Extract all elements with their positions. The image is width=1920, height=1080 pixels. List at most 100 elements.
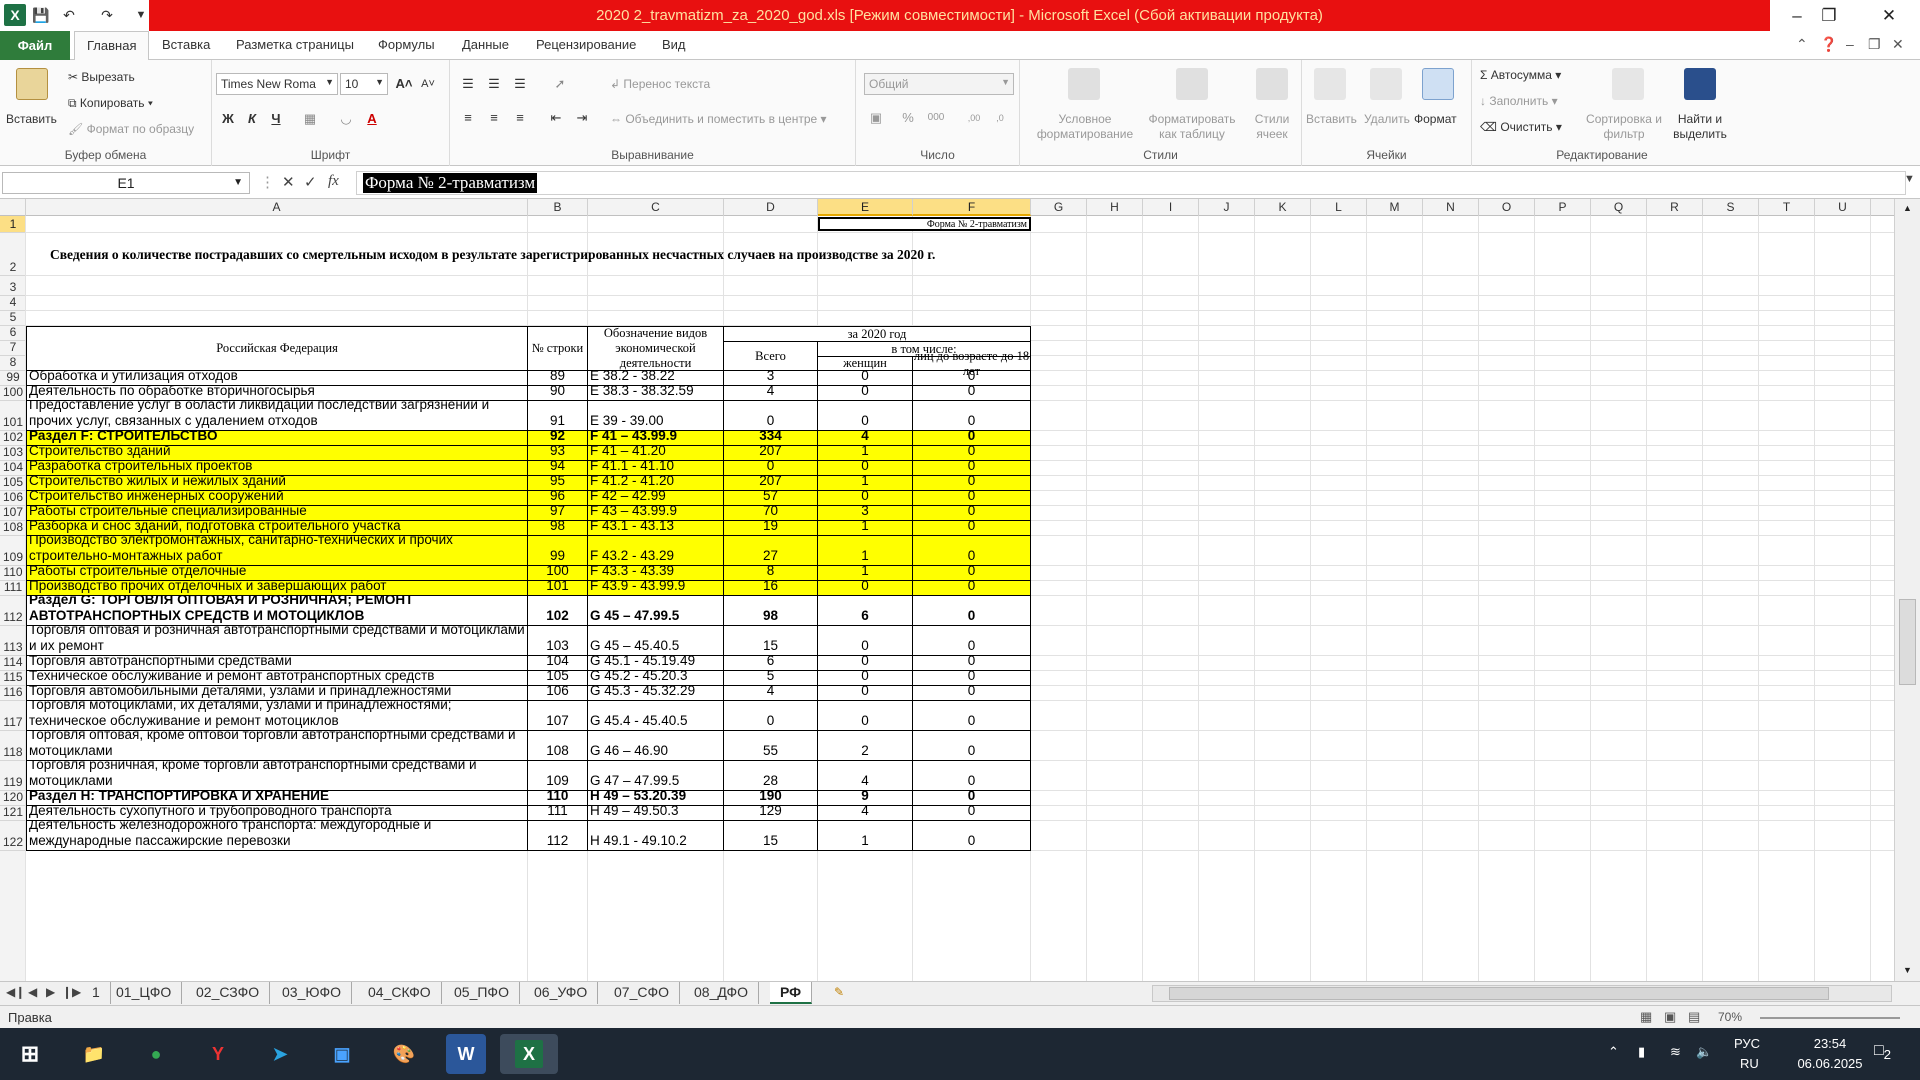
cell-minors[interactable]: 0 <box>913 731 1031 761</box>
row-header[interactable]: 120 <box>0 790 26 806</box>
cell-code[interactable]: G 45.1 - 45.19.49 <box>588 656 724 671</box>
cell-minors[interactable]: 0 <box>913 536 1031 566</box>
windows-start-icon[interactable]: ⊞ <box>10 1034 50 1074</box>
column-header[interactable]: O <box>1479 199 1535 216</box>
cell-total[interactable]: 190 <box>724 791 818 806</box>
select-all-corner[interactable] <box>0 199 26 216</box>
cell-no[interactable]: 100 <box>528 566 588 581</box>
vertical-scrollbar[interactable]: ▲ ▼ <box>1894 199 1920 981</box>
decrease-indent-icon[interactable]: ⇤ <box>546 108 566 128</box>
cell-name[interactable]: Торговля оптовая, кроме оптовой торговли… <box>26 731 528 761</box>
cell-women[interactable]: 0 <box>818 701 913 731</box>
cell-minors[interactable]: 0 <box>913 596 1031 626</box>
cell-no[interactable]: 106 <box>528 686 588 701</box>
cell-minors[interactable]: 0 <box>913 671 1031 686</box>
cell-no[interactable]: 90 <box>528 386 588 401</box>
tray-expand-icon[interactable]: ⌃ <box>1608 1044 1619 1060</box>
doc-minimize-icon[interactable]: – <box>1846 36 1854 52</box>
row-header[interactable]: 6 <box>0 325 26 341</box>
cell-total[interactable]: 28 <box>724 761 818 791</box>
cell-total[interactable]: 129 <box>724 806 818 821</box>
decrease-decimal-icon[interactable]: ,0 <box>990 108 1010 128</box>
cell-total[interactable]: 0 <box>724 401 818 431</box>
cell-women[interactable]: 4 <box>818 431 913 446</box>
cell-no[interactable]: 111 <box>528 806 588 821</box>
cell-no[interactable]: 101 <box>528 581 588 596</box>
currency-icon[interactable]: ▣ <box>866 108 886 128</box>
column-header[interactable]: P <box>1535 199 1591 216</box>
cell-minors[interactable]: 0 <box>913 566 1031 581</box>
cell-name[interactable]: Торговля оптовая и розничная автотранспо… <box>26 626 528 656</box>
align-middle-icon[interactable]: ☰ <box>484 74 504 94</box>
cell-name[interactable]: Производство электромонтажных, санитарно… <box>26 536 528 566</box>
cell-total[interactable]: 4 <box>724 686 818 701</box>
cell-name[interactable]: Строительство зданий <box>26 446 528 461</box>
row-header[interactable]: 118 <box>0 731 26 761</box>
help-icon[interactable]: ❓ <box>1820 36 1837 53</box>
cell-total[interactable]: 207 <box>724 476 818 491</box>
column-header[interactable]: E <box>818 199 913 216</box>
row-header[interactable]: 3 <box>0 276 26 296</box>
insert-function-icon[interactable]: fx <box>328 173 339 190</box>
cell-no[interactable]: 110 <box>528 791 588 806</box>
sheet-tab[interactable]: РФ <box>770 982 813 1004</box>
cell-total[interactable]: 98 <box>724 596 818 626</box>
shrink-font-icon[interactable]: A˅ <box>418 74 438 94</box>
cell-women[interactable]: 0 <box>818 386 913 401</box>
column-header[interactable]: B <box>528 199 588 216</box>
cell-name[interactable]: Техническое обслуживание и ремонт автотр… <box>26 671 528 686</box>
cell-minors[interactable]: 0 <box>913 506 1031 521</box>
cell-no[interactable]: 99 <box>528 536 588 566</box>
cell-no[interactable]: 107 <box>528 701 588 731</box>
cell-minors[interactable]: 0 <box>913 476 1031 491</box>
percent-icon[interactable]: % <box>898 108 918 128</box>
cell-total[interactable]: 0 <box>724 701 818 731</box>
italic-button[interactable]: К <box>242 109 262 129</box>
name-box[interactable]: E1 ▼ <box>2 172 250 194</box>
cell-women[interactable]: 0 <box>818 461 913 476</box>
cell-women[interactable]: 0 <box>818 671 913 686</box>
cell-name[interactable]: Обработка и утилизация отходов <box>26 371 528 386</box>
undo-icon[interactable]: ↶ <box>58 4 80 26</box>
cell-no[interactable]: 104 <box>528 656 588 671</box>
cell-name[interactable]: Разборка и снос зданий, подготовка строи… <box>26 521 528 536</box>
row-header[interactable]: 119 <box>0 761 26 791</box>
form-label[interactable]: Форма № 2-травматизм <box>818 217 1031 231</box>
minimize-ribbon-icon[interactable]: ⌃ <box>1796 36 1808 53</box>
column-header[interactable]: A <box>26 199 528 216</box>
tab-view[interactable]: Вид <box>662 37 686 52</box>
format-painter-button[interactable]: 🖌 Формат по образцу <box>68 122 194 136</box>
cell-styles-button[interactable]: Стили ячеек <box>1248 112 1296 142</box>
delete-cells-icon[interactable] <box>1370 68 1402 100</box>
cell-total[interactable]: 3 <box>724 371 818 386</box>
row-header[interactable]: 114 <box>0 655 26 671</box>
underline-button[interactable]: Ч <box>266 109 286 129</box>
row-header[interactable]: 108 <box>0 520 26 536</box>
sheet-tab[interactable]: 01_ЦФО <box>106 982 183 1004</box>
cell-code[interactable]: E 39 - 39.00 <box>588 401 724 431</box>
fill-color-icon[interactable]: ◡ <box>336 109 356 129</box>
row-header[interactable]: 1 <box>0 216 26 233</box>
sheet-tab[interactable]: 06_УФО <box>524 982 599 1004</box>
cell-code[interactable]: F 42 – 42.99 <box>588 491 724 506</box>
row-header[interactable]: 122 <box>0 821 26 851</box>
chrome-icon[interactable]: ● <box>136 1034 176 1074</box>
volume-icon[interactable]: 🔈 <box>1696 1044 1712 1060</box>
cell-women[interactable]: 0 <box>818 626 913 656</box>
cell-women[interactable]: 1 <box>818 476 913 491</box>
cell-minors[interactable]: 0 <box>913 521 1031 536</box>
grow-font-icon[interactable]: A˄ <box>394 74 414 94</box>
column-header[interactable]: C <box>588 199 724 216</box>
cell-no[interactable]: 89 <box>528 371 588 386</box>
row-header[interactable]: 4 <box>0 295 26 311</box>
column-header[interactable]: H <box>1087 199 1143 216</box>
telegram-icon[interactable]: ➤ <box>260 1034 300 1074</box>
normal-view-icon[interactable]: ▦ <box>1640 1009 1652 1025</box>
cell-total[interactable]: 5 <box>724 671 818 686</box>
clear-button[interactable]: ⌫ Очистить ▾ <box>1480 120 1562 134</box>
cell-no[interactable]: 92 <box>528 431 588 446</box>
row-header[interactable]: 116 <box>0 685 26 701</box>
cell-minors[interactable]: 0 <box>913 791 1031 806</box>
column-header[interactable]: I <box>1143 199 1199 216</box>
cell-name[interactable]: Работы строительные специализированные <box>26 506 528 521</box>
